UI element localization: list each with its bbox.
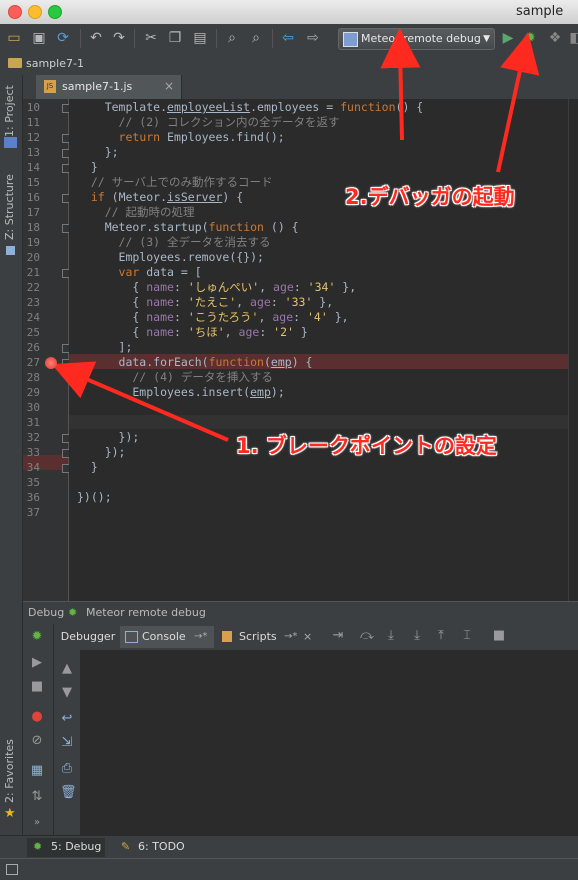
run-config-arrow (380, 28, 421, 141)
annotation-set-breakpoint: 1. ブレークポイントの設定 (236, 434, 497, 458)
breakpoint-icon[interactable] (45, 357, 57, 369)
breakpoint-arrow (51, 361, 229, 442)
debug-button-arrow (496, 32, 540, 173)
annotation-start-debugger: 2.デバッガの起動 (345, 185, 515, 209)
